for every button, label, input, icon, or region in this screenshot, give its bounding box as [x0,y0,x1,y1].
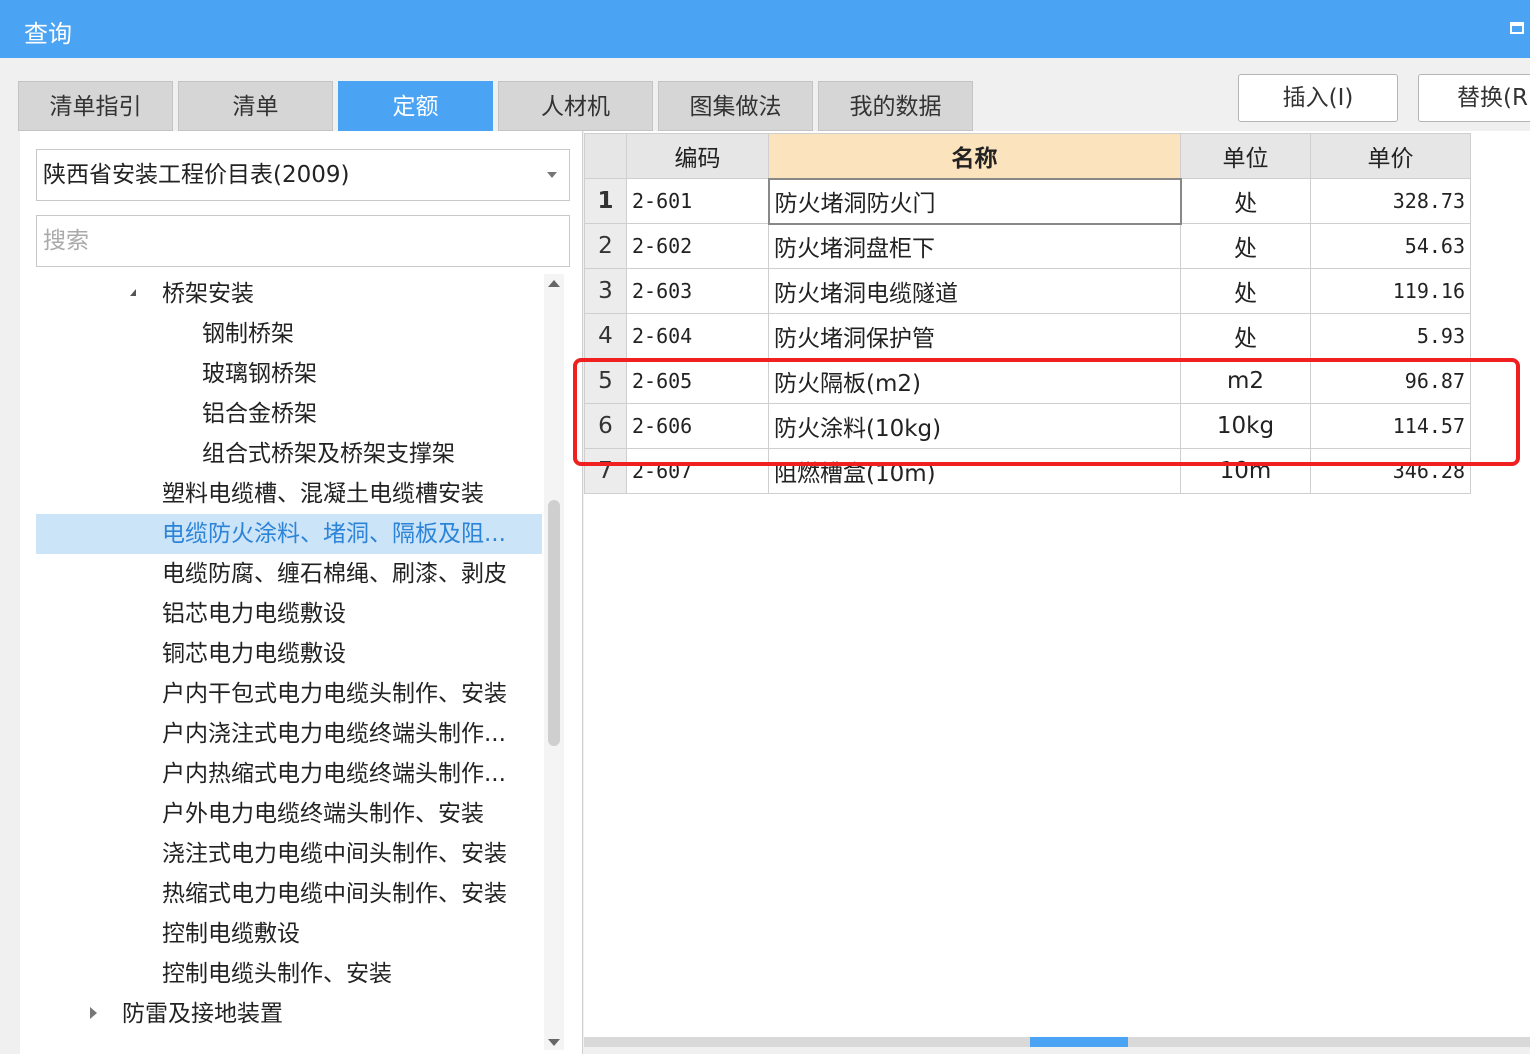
results-horizontal-scrollbar[interactable] [584,1037,1530,1047]
name-cell[interactable]: 防火堵洞电缆隧道 [768,268,1181,314]
tree-item[interactable]: 玻璃钢桥架 [36,354,542,394]
table-row[interactable]: 6 2-606 防火涂料(10kg) 10kg 114.57 [584,403,1471,449]
code-cell[interactable]: 2-601 [626,178,769,224]
price-header[interactable]: 单价 [1310,133,1471,179]
price-cell[interactable]: 328.73 [1310,178,1471,224]
insert-button[interactable]: 插入(I) [1238,74,1398,122]
maximize-icon[interactable] [1510,22,1524,34]
name-cell[interactable]: 防火涂料(10kg) [768,403,1181,449]
table-row[interactable]: 2 2-602 防火堵洞盘柜下 处 54.63 [584,223,1471,269]
table-row[interactable]: 7 2-607 阻燃槽盒(10m) 10m 346.28 [584,448,1471,494]
tree-item[interactable]: 桥架安装 [36,274,542,314]
code-cell[interactable]: 2-603 [626,268,769,314]
tree-item[interactable]: 浇注式电力电缆中间头制作、安装 [36,834,542,874]
tree-item[interactable]: 控制电缆敷设 [36,914,542,954]
code-cell[interactable]: 2-606 [626,403,769,449]
tab-bill[interactable]: 清单 [178,81,333,131]
table-header-row: 编码 名称 单位 单价 [584,133,1471,179]
results-panel: 编码 名称 单位 单价 1 2-601 防火堵洞防火门 处 328.73 2 2… [584,131,1530,1041]
row-number: 6 [584,403,627,449]
tab-bill-guide[interactable]: 清单指引 [18,81,173,131]
row-number: 1 [584,178,627,224]
table-row[interactable]: 1 2-601 防火堵洞防火门 处 328.73 [584,177,1471,225]
unit-cell[interactable]: 10m [1180,448,1311,494]
row-number: 3 [584,268,627,314]
chevron-down-icon [547,172,557,178]
unit-cell[interactable]: 处 [1180,178,1311,224]
code-cell[interactable]: 2-605 [626,358,769,404]
tree-item[interactable]: 电缆防腐、缠石棉绳、刷漆、剥皮 [36,554,542,594]
name-cell[interactable]: 防火堵洞盘柜下 [768,223,1181,269]
library-select-value: 陕西省安装工程价目表(2009) [43,162,350,188]
name-cell[interactable]: 防火堵洞防火门 [767,177,1182,225]
tree-item[interactable]: 户内热缩式电力电缆终端头制作... [36,754,542,794]
row-number: 7 [584,448,627,494]
row-number: 5 [584,358,627,404]
price-cell[interactable]: 54.63 [1310,223,1471,269]
library-select[interactable]: 陕西省安装工程价目表(2009) [36,149,570,201]
replace-button[interactable]: 替换(R [1418,74,1530,122]
unit-cell[interactable]: 处 [1180,313,1311,359]
price-cell[interactable]: 119.16 [1310,268,1471,314]
unit-cell[interactable]: 处 [1180,268,1311,314]
tab-my-data[interactable]: 我的数据 [818,81,973,131]
name-header[interactable]: 名称 [768,133,1181,179]
unit-cell[interactable]: 10kg [1180,403,1311,449]
left-panel: 陕西省安装工程价目表(2009) 桥架安装 钢制桥架 玻璃钢桥架 铝合金桥架 组… [20,131,583,1054]
code-cell[interactable]: 2-607 [626,448,769,494]
tree-item[interactable]: 控制电缆头制作、安装 [36,954,542,994]
tree-scrollbar[interactable] [544,274,564,1050]
price-cell[interactable]: 114.57 [1310,403,1471,449]
tree-item[interactable]: 钢制桥架 [36,314,542,354]
code-header[interactable]: 编码 [626,133,769,179]
scrollbar-thumb[interactable] [548,500,560,746]
scroll-up-icon[interactable] [548,280,560,287]
price-cell[interactable]: 5.93 [1310,313,1471,359]
tree-item[interactable]: 铜芯电力电缆敷设 [36,634,542,674]
search-input[interactable] [36,215,570,267]
tree-item-selected[interactable]: 电缆防火涂料、堵洞、隔板及阻... [36,514,542,554]
code-cell[interactable]: 2-604 [626,313,769,359]
tree-item[interactable]: 热缩式电力电缆中间头制作、安装 [36,874,542,914]
table-row[interactable]: 5 2-605 防火隔板(m2) m2 96.87 [584,358,1471,404]
unit-cell[interactable]: 处 [1180,223,1311,269]
tree-item[interactable]: 组合式桥架及桥架支撑架 [36,434,542,474]
tab-atlas-method[interactable]: 图集做法 [658,81,813,131]
tree-item[interactable]: 防雷及接地装置 [36,994,542,1034]
corner-header [584,133,627,179]
title-bar: 查询 [0,0,1530,58]
unit-cell[interactable]: m2 [1180,358,1311,404]
unit-header[interactable]: 单位 [1180,133,1311,179]
tree-item[interactable]: 户内干包式电力电缆头制作、安装 [36,674,542,714]
quota-table: 编码 名称 单位 单价 1 2-601 防火堵洞防火门 处 328.73 2 2… [584,133,1471,494]
price-cell[interactable]: 96.87 [1310,358,1471,404]
row-number: 2 [584,223,627,269]
name-cell[interactable]: 防火堵洞保护管 [768,313,1181,359]
category-tree: 桥架安装 钢制桥架 玻璃钢桥架 铝合金桥架 组合式桥架及桥架支撑架 塑料电缆槽、… [36,274,542,1054]
row-number: 4 [584,313,627,359]
expanded-arrow-icon[interactable] [130,289,136,296]
tab-quota[interactable]: 定额 [338,81,493,131]
tab-labor-material-machine[interactable]: 人材机 [498,81,653,131]
tree-item[interactable]: 塑料电缆槽、混凝土电缆槽安装 [36,474,542,514]
collapsed-arrow-icon[interactable] [90,1007,97,1019]
tree-item[interactable]: 铝合金桥架 [36,394,542,434]
scroll-down-icon[interactable] [548,1039,560,1046]
scrollbar-thumb[interactable] [1030,1037,1128,1047]
table-row[interactable]: 3 2-603 防火堵洞电缆隧道 处 119.16 [584,268,1471,314]
name-cell[interactable]: 阻燃槽盒(10m) [768,448,1181,494]
name-cell[interactable]: 防火隔板(m2) [768,358,1181,404]
window-title: 查询 [24,20,72,48]
tree-item[interactable]: 户外电力电缆终端头制作、安装 [36,794,542,834]
tree-item[interactable]: 户内浇注式电力电缆终端头制作... [36,714,542,754]
code-cell[interactable]: 2-602 [626,223,769,269]
table-row[interactable]: 4 2-604 防火堵洞保护管 处 5.93 [584,313,1471,359]
tree-item[interactable]: 铝芯电力电缆敷设 [36,594,542,634]
price-cell[interactable]: 346.28 [1310,448,1471,494]
